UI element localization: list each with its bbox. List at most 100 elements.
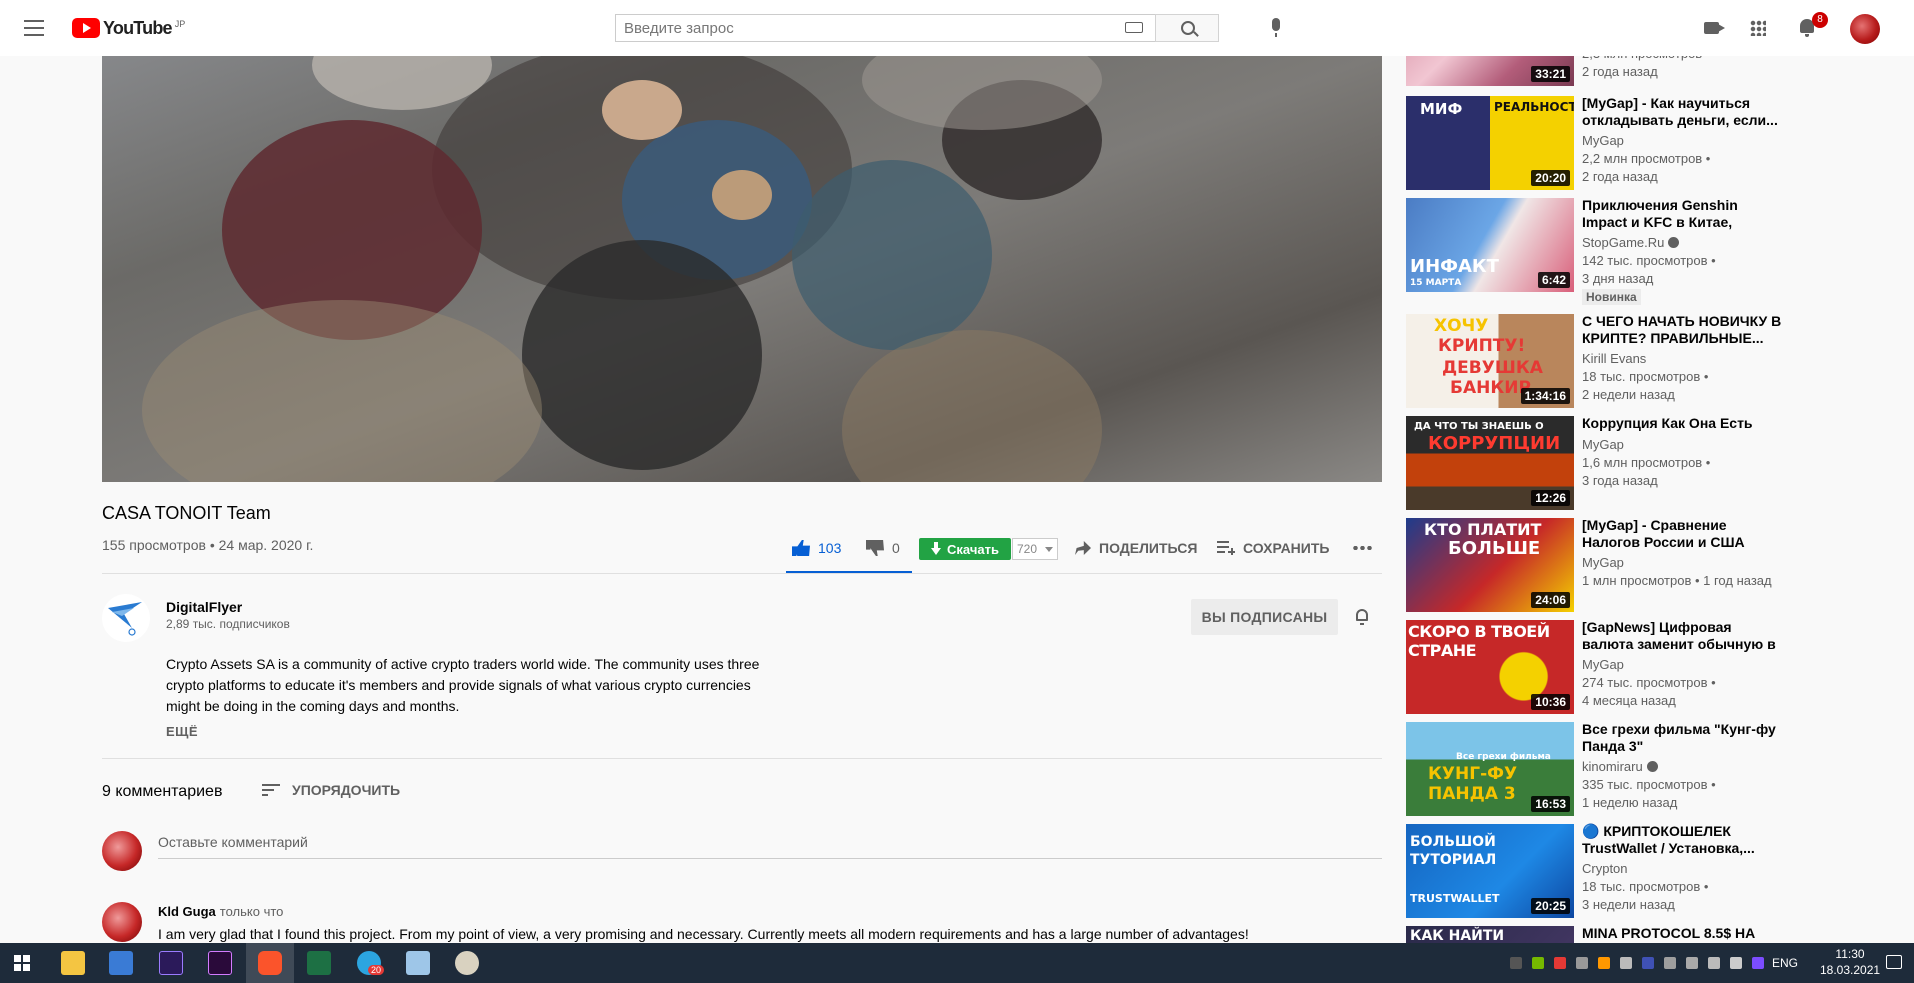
video-views: 1 млн просмотров • 1 год назад <box>1582 573 1772 588</box>
paint-icon[interactable] <box>455 951 479 975</box>
network-icon[interactable] <box>1686 957 1698 969</box>
recommended-video[interactable]: ДА ЧТО ТЫ ЗНАЕШЬ О КОРРУПЦИИ 12:26 Корру… <box>1406 415 1896 510</box>
video-thumbnail[interactable]: КТО ПЛАТИТ БОЛЬШЕ 24:06 <box>1406 518 1574 612</box>
video-thumbnail[interactable]: МИФ РЕАЛЬНОСТЬ 20:20 <box>1406 96 1574 190</box>
recommended-video[interactable]: Все грехи фильма КУНГ-ФУ ПАНДА 3 16:53 В… <box>1406 721 1896 816</box>
recommended-video[interactable]: КТО ПЛАТИТ БОЛЬШЕ 24:06 [MyGap] - Сравне… <box>1406 517 1896 612</box>
video-thumbnail[interactable]: БОЛЬШОЙ ТУТОРИАЛ TRUSTWALLET 20:25 <box>1406 824 1574 918</box>
tray-icon[interactable] <box>1664 957 1676 969</box>
video-title-link[interactable]: MINA PROTOCOL 8.5$ НА <box>1582 925 1782 942</box>
microphone-icon[interactable] <box>1272 18 1280 37</box>
video-player[interactable] <box>102 0 1382 482</box>
video-thumbnail[interactable]: Все грехи фильма КУНГ-ФУ ПАНДА 3 16:53 <box>1406 722 1574 816</box>
excel-icon[interactable] <box>307 951 331 975</box>
notification-bell-icon[interactable] <box>1356 609 1368 625</box>
recommended-video[interactable]: МИФ РЕАЛЬНОСТЬ 20:20 [MyGap] - Как научи… <box>1406 95 1896 190</box>
language-indicator[interactable]: ENG <box>1772 956 1798 970</box>
search-input[interactable] <box>616 15 1112 41</box>
quality-select[interactable]: 720 <box>1012 538 1058 560</box>
create-video-icon[interactable] <box>1704 22 1725 34</box>
nvidia-icon[interactable] <box>1532 957 1544 969</box>
comment-input[interactable]: Оставьте комментарий <box>158 834 1382 859</box>
video-title-link[interactable]: Все грехи фильма "Кунг-фу Панда 3" <box>1582 721 1782 755</box>
system-clock[interactable]: 11:30 18.03.2021 <box>1820 946 1880 978</box>
like-button[interactable]: 103 <box>792 533 841 563</box>
channel-name[interactable]: DigitalFlyer <box>166 599 242 615</box>
dislike-button[interactable]: 0 <box>866 533 900 563</box>
thumbnail-caption: КАК НАЙТИ <box>1410 928 1505 943</box>
channel-avatar[interactable] <box>102 594 150 642</box>
tray-icon[interactable] <box>1554 957 1566 969</box>
store-icon[interactable] <box>109 951 133 975</box>
thumbnail-caption: РЕАЛЬНОСТЬ <box>1494 100 1574 114</box>
download-button[interactable]: Скачать <box>919 538 1011 560</box>
video-thumbnail[interactable]: СКОРО В ТВОЕЙ СТРАНЕ 10:36 <box>1406 620 1574 714</box>
video-channel[interactable]: Crypton <box>1582 861 1628 876</box>
file-explorer-icon[interactable] <box>61 951 85 975</box>
comment-author-avatar[interactable] <box>102 902 142 942</box>
share-arrow-icon <box>1075 541 1091 555</box>
video-title-link[interactable]: Приключения Genshin Impact и KFC в Китае… <box>1582 197 1782 231</box>
video-channel[interactable]: MyGap <box>1582 657 1624 672</box>
tray-icon[interactable] <box>1510 957 1522 969</box>
media-encoder-icon[interactable] <box>159 951 183 975</box>
show-more-link[interactable]: ЕЩЁ <box>166 724 198 739</box>
action-center-icon[interactable] <box>1886 955 1902 969</box>
comment-time[interactable]: только что <box>220 904 284 919</box>
video-title-link[interactable]: С ЧЕГО НАЧАТЬ НОВИЧКУ В КРИПТЕ? ПРАВИЛЬН… <box>1582 313 1782 347</box>
video-channel[interactable]: StopGame.Ru <box>1582 235 1680 250</box>
video-title-link[interactable]: [GapNews] Цифровая валюта заменит обычну… <box>1582 619 1782 653</box>
channel-name[interactable]: StopGame.Ru <box>1582 235 1664 250</box>
video-meta: 155 просмотров • 24 мар. 2020 г. <box>102 537 314 553</box>
tray-icon[interactable] <box>1576 957 1588 969</box>
notepad-icon[interactable] <box>406 951 430 975</box>
keyboard-icon[interactable] <box>1125 22 1143 33</box>
battery-icon[interactable] <box>1708 957 1720 969</box>
recommended-video[interactable]: СКОРО В ТВОЕЙ СТРАНЕ 10:36 [GapNews] Циф… <box>1406 619 1896 714</box>
search-button[interactable] <box>1155 14 1219 42</box>
account-avatar[interactable] <box>1850 14 1880 44</box>
windows-start-icon[interactable] <box>14 955 30 971</box>
video-channel[interactable]: Kirill Evans <box>1582 351 1646 366</box>
video-thumbnail[interactable]: ДА ЧТО ТЫ ЗНАЕШЬ О КОРРУПЦИИ 12:26 <box>1406 416 1574 510</box>
video-title-link[interactable]: 🔵 КРИПТОКОШЕЛЕК TrustWallet / Установка,… <box>1582 823 1782 857</box>
video-channel[interactable]: MyGap <box>1582 133 1624 148</box>
volume-icon[interactable] <box>1730 957 1742 969</box>
comment-author[interactable]: Kld Guga только что <box>158 904 283 919</box>
sort-comments-button[interactable]: УПОРЯДОЧИТЬ <box>262 782 400 798</box>
download-arrow-icon <box>931 541 942 555</box>
video-thumbnail[interactable]: КАК НАЙТИ <box>1406 926 1574 943</box>
premiere-icon[interactable] <box>208 951 232 975</box>
save-button[interactable]: СОХРАНИТЬ <box>1217 533 1329 563</box>
recommended-video[interactable]: ХОЧУ КРИПТУ! ДЕВУШКА БАНКИР 1:34:16 С ЧЕ… <box>1406 313 1896 408</box>
brave-browser-icon[interactable] <box>258 951 282 975</box>
channel-name[interactable]: kinomiraru <box>1582 759 1643 774</box>
video-title-link[interactable]: [MyGap] - Сравнение Налогов России и США <box>1582 517 1782 551</box>
more-actions-icon[interactable] <box>1352 546 1372 550</box>
video-title-link[interactable]: [MyGap] - Как научиться откладывать день… <box>1582 95 1782 129</box>
comment-author-name[interactable]: Kld Guga <box>158 904 216 919</box>
recommended-video[interactable]: КАК НАЙТИ MINA PROTOCOL 8.5$ НА <box>1406 925 1896 943</box>
video-title-link[interactable]: Коррупция Как Она Есть <box>1582 415 1782 432</box>
tray-icon[interactable] <box>1598 957 1610 969</box>
thumb-up-icon <box>792 540 810 556</box>
menu-icon[interactable] <box>24 20 44 36</box>
apps-grid-icon[interactable] <box>1750 20 1766 36</box>
video-channel[interactable]: MyGap <box>1582 555 1624 570</box>
recommended-video[interactable]: БОЛЬШОЙ ТУТОРИАЛ TRUSTWALLET 20:25 🔵 КРИ… <box>1406 823 1896 918</box>
recommended-video[interactable]: ИНФАКТ 15 МАРТА 6:42 Приключения Genshin… <box>1406 197 1896 305</box>
video-channel[interactable]: MyGap <box>1582 437 1624 452</box>
tray-icon[interactable] <box>1752 957 1764 969</box>
video-duration: 20:25 <box>1531 898 1570 914</box>
youtube-logo[interactable]: YouTube JP <box>72 18 185 40</box>
video-thumbnail[interactable]: ХОЧУ КРИПТУ! ДЕВУШКА БАНКИР 1:34:16 <box>1406 314 1574 408</box>
video-thumbnail[interactable]: ИНФАКТ 15 МАРТА 6:42 <box>1406 198 1574 292</box>
share-button[interactable]: ПОДЕЛИТЬСЯ <box>1075 533 1197 563</box>
video-channel[interactable]: kinomiraru <box>1582 759 1658 774</box>
tray-icon[interactable] <box>1620 957 1632 969</box>
new-badge: Новинка <box>1582 289 1641 305</box>
channel-logo-icon <box>108 602 142 636</box>
subscribed-button[interactable]: ВЫ ПОДПИСАНЫ <box>1191 599 1338 635</box>
thumbnail-caption: СКОРО В ТВОЕЙ СТРАНЕ <box>1408 622 1550 660</box>
tray-icon[interactable] <box>1642 957 1654 969</box>
